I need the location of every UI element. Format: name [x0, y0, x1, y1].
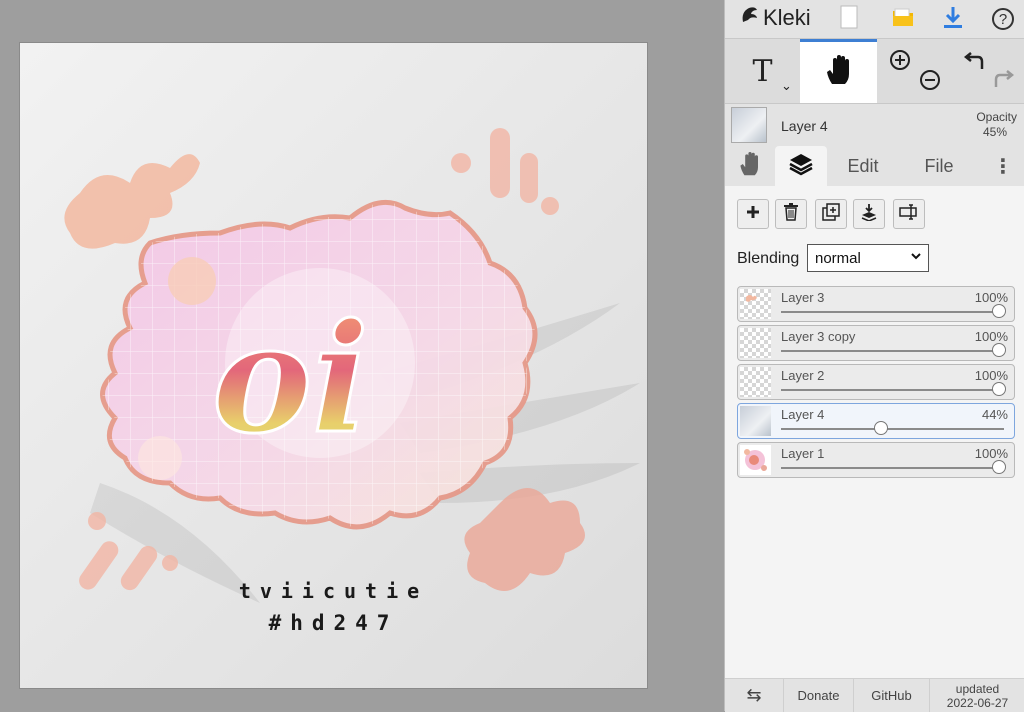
folder-icon [892, 7, 914, 32]
blending-select[interactable]: normal [807, 244, 929, 272]
layer-item[interactable]: Layer 3 100% [737, 286, 1015, 322]
blending-label: Blending [737, 250, 800, 267]
canvas-area[interactable]: oi tviicutie #hd247 [0, 0, 724, 711]
tab-file[interactable]: File [903, 146, 975, 186]
duplicate-icon [822, 202, 840, 226]
slider-handle[interactable] [992, 382, 1006, 396]
layer-opacity-slider[interactable] [781, 350, 1004, 352]
save-image-button[interactable] [933, 0, 973, 38]
text-tool-button[interactable]: T ⌄ [725, 39, 800, 103]
slider-handle[interactable] [992, 304, 1006, 318]
plus-icon [746, 205, 760, 224]
trash-icon [783, 202, 799, 226]
opacity-label: Opacity [976, 110, 1017, 124]
new-image-button[interactable] [829, 0, 869, 38]
layer-opacity: 100% [974, 446, 1008, 461]
merge-down-icon [860, 203, 878, 226]
layer-item-selected[interactable]: Layer 4 44% [737, 403, 1015, 439]
artwork-hashtag: #hd247 [268, 611, 399, 635]
layer-opacity: 100% [974, 290, 1008, 305]
current-layer-info: Layer 4 Opacity 45% [725, 104, 1024, 146]
tab-edit[interactable]: Edit [827, 146, 899, 186]
layer-item[interactable]: Layer 2 100% [737, 364, 1015, 400]
slider-handle[interactable] [992, 460, 1006, 474]
layer-opacity-slider[interactable] [781, 311, 1004, 313]
slider-handle[interactable] [992, 343, 1006, 357]
layer-opacity: 100% [974, 368, 1008, 383]
duplicate-layer-button[interactable] [815, 199, 847, 229]
layer-name: Layer 1 [781, 446, 825, 461]
rename-icon [899, 203, 919, 226]
redo-icon[interactable] [993, 69, 1015, 94]
layer-opacity-slider[interactable] [781, 389, 1004, 391]
undo-redo-buttons [949, 39, 1024, 103]
panel-tabs: Edit File ⋮ [725, 146, 1024, 187]
layer-thumbnail [740, 406, 771, 436]
artwork-canvas[interactable]: oi tviicutie #hd247 [20, 43, 647, 688]
layer-thumbnail [740, 367, 771, 397]
layer-opacity-slider[interactable] [781, 467, 1004, 469]
updated-date: 2022-06-27 [946, 695, 1009, 710]
hand-icon [738, 151, 762, 182]
download-icon [942, 5, 964, 34]
zoom-buttons [877, 39, 949, 103]
blending-row: Blending normal [725, 242, 1024, 282]
new-file-icon [840, 5, 858, 34]
layer-name: Layer 2 [781, 368, 825, 383]
layer-name: Layer 4 [781, 407, 825, 422]
layer-name: Layer 3 [781, 290, 825, 305]
swap-sides-button[interactable]: ⇆ [725, 679, 783, 712]
artwork-logo-text: oi [212, 291, 369, 467]
swap-icon: ⇆ [746, 685, 762, 705]
tab-layers[interactable] [775, 146, 827, 186]
footer-bar: ⇆ Donate GitHub updated 2022-06-27 [725, 678, 1024, 712]
blending-value: normal [815, 249, 861, 267]
layer-actions [725, 186, 1024, 242]
zoom-in-icon[interactable] [889, 49, 911, 76]
slider-handle[interactable] [873, 421, 888, 435]
text-tool-icon: T [752, 53, 773, 89]
layer-item[interactable]: Layer 3 copy 100% [737, 325, 1015, 361]
help-icon: ? [992, 8, 1014, 30]
layer-thumbnail [740, 289, 771, 319]
layer-item[interactable]: Layer 1 100% [737, 442, 1015, 478]
tool-row: T ⌄ [725, 39, 1024, 104]
kleki-bird-icon [739, 4, 761, 32]
hand-tool-button[interactable] [800, 39, 877, 103]
layer-opacity: 44% [981, 407, 1008, 422]
zoom-out-icon[interactable] [919, 69, 941, 96]
add-layer-button[interactable] [737, 199, 769, 229]
app-name: Kleki [763, 5, 811, 30]
updated-label: updated [955, 681, 1000, 696]
side-panel: Kleki ? T ⌄ Layer 4 Opacity 45% Edit Fil… [724, 0, 1024, 712]
layer-thumbnail [740, 445, 771, 475]
delete-layer-button[interactable] [775, 199, 807, 229]
layer-opacity-slider[interactable] [781, 428, 1004, 430]
layer-thumbnail [740, 328, 771, 358]
more-menu-button[interactable]: ⋮ [983, 146, 1023, 186]
top-bar: Kleki ? [725, 0, 1024, 39]
artwork-username: tviicutie [238, 579, 429, 603]
current-layer-name: Layer 4 [781, 118, 828, 134]
layer-list: Layer 3 100% Layer 3 copy 100% Layer 2 1… [725, 282, 1024, 682]
kleki-logo[interactable]: Kleki [739, 4, 811, 32]
layers-icon [788, 152, 814, 181]
donate-link[interactable]: Donate [783, 679, 853, 712]
tab-hand[interactable] [725, 146, 775, 186]
open-image-button[interactable] [883, 0, 923, 38]
opacity-value: 45% [982, 125, 1007, 139]
chevron-down-icon[interactable]: ⌄ [781, 79, 792, 94]
github-link[interactable]: GitHub [853, 679, 929, 712]
layer-opacity: 100% [974, 329, 1008, 344]
undo-icon[interactable] [963, 51, 985, 76]
rename-layer-button[interactable] [893, 199, 925, 229]
help-glyph: ? [998, 10, 1008, 28]
current-layer-thumbnail [731, 107, 767, 143]
hand-icon [824, 54, 854, 91]
changelog-link[interactable]: updated 2022-06-27 [929, 679, 1024, 712]
layer-name: Layer 3 copy [781, 329, 856, 344]
chevron-down-icon [910, 250, 922, 265]
help-button[interactable]: ? [983, 0, 1023, 38]
merge-layer-button[interactable] [853, 199, 885, 229]
